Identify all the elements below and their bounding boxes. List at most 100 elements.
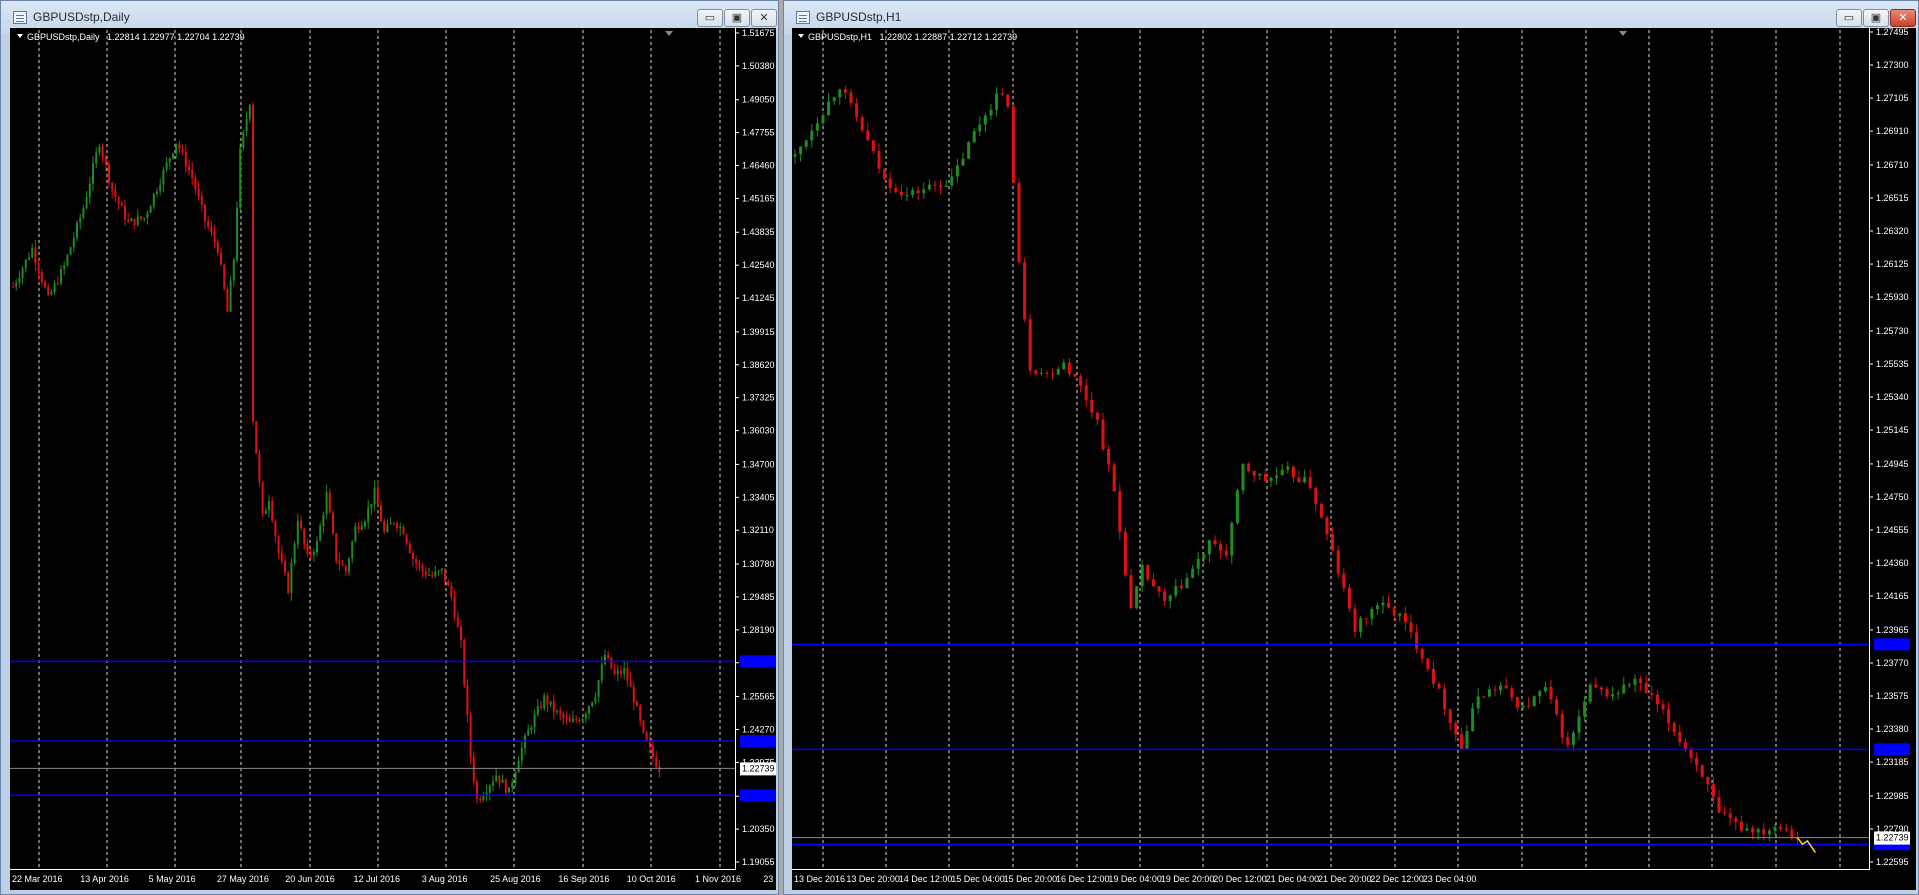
- time-tick-label: 20 Jun 2016: [285, 874, 335, 884]
- candle-body: [392, 522, 395, 524]
- daily-time-axis[interactable]: 22 Mar 2016 13 Apr 2016 5 May 2016 27 May 2…: [12, 874, 776, 884]
- candle-body: [184, 151, 187, 167]
- time-tick-label: 15 Dec 20:00: [1004, 874, 1058, 884]
- candle-body: [1756, 829, 1760, 833]
- candle-body: [296, 521, 299, 544]
- h1-price-axis[interactable]: 1.27495 1.27300 1.27105 1.26910 1.26710 1.265…: [1869, 28, 1909, 867]
- candle-body: [76, 222, 78, 238]
- candle-body: [335, 533, 338, 561]
- svg-text:GBPUSDstp,Daily 1.22: GBPUSDstp,Daily 1.22814 1.22977 1.22704 …: [27, 32, 245, 42]
- price-tick-label: 1.25730: [1876, 326, 1909, 336]
- close-button[interactable]: ✕: [1890, 9, 1916, 27]
- collapse-triangle-icon: [17, 34, 23, 38]
- candle-body: [1331, 534, 1335, 551]
- daily-horizontal-levels[interactable]: [10, 660, 735, 797]
- candle-body: [277, 536, 280, 554]
- candle-body: [520, 747, 523, 761]
- candle-body: [793, 154, 797, 157]
- candle-body: [1028, 319, 1032, 371]
- chart-symbol-label: GBPUSDstp,H1: [808, 32, 872, 42]
- candle-body: [1773, 826, 1777, 831]
- candle-body: [226, 288, 229, 312]
- candle-body: [655, 756, 658, 767]
- candle-body: [98, 146, 101, 153]
- candle-body: [1728, 813, 1732, 819]
- price-tick-label: 1.23185: [1876, 757, 1909, 767]
- time-tick-label: 21 Dec 20:00: [1318, 874, 1372, 884]
- candle-body: [530, 727, 533, 731]
- price-tick-label: 1.23380: [1876, 724, 1909, 734]
- price-tick-label: 1.24360: [1876, 558, 1909, 568]
- candle-body: [1364, 618, 1368, 620]
- candle-body: [309, 553, 312, 555]
- candle-body: [1353, 608, 1357, 632]
- h1-time-axis[interactable]: 13 Dec 2016 13 Dec 20:0014 Dec 12:0015 De…: [794, 874, 1476, 884]
- candle-body: [1207, 540, 1211, 555]
- candle-body: [1275, 475, 1279, 478]
- candle-body: [248, 105, 251, 119]
- close-button[interactable]: ✕: [751, 9, 777, 27]
- maximize-button[interactable]: ▣: [724, 9, 750, 27]
- candle-body: [604, 654, 606, 665]
- minimize-button[interactable]: ▭: [1836, 9, 1862, 27]
- candle-body: [1527, 705, 1531, 707]
- maximize-button[interactable]: ▣: [1863, 9, 1889, 27]
- h1-chart-window[interactable]: GBPUSDstp,H1 ▭ ▣ ✕ 1.27495 1.27300 1.271…: [783, 0, 1919, 895]
- candle-body: [434, 571, 437, 577]
- candle-body: [415, 559, 418, 564]
- candle-body: [440, 568, 443, 571]
- candle-body: [1521, 705, 1525, 708]
- time-tick-label: 13 Dec 20:00: [846, 874, 900, 884]
- daily-chart-window[interactable]: GBPUSDstp,Daily ▭ ▣ ✕ 1.51675 1.50380 1.…: [0, 0, 779, 895]
- chart-scroll-shift-icon[interactable]: [1619, 31, 1627, 36]
- candle-body: [871, 140, 875, 152]
- time-tick-label: 25 Aug 2016: [490, 874, 541, 884]
- candle-body: [373, 487, 376, 505]
- candle-body: [543, 695, 546, 708]
- time-tick-label: 20 Dec 12:00: [1213, 874, 1267, 884]
- candle-body: [629, 680, 632, 687]
- candle-body: [860, 117, 864, 131]
- daily-last-price-marker: 1.22739: [740, 762, 776, 776]
- price-tick-label: 1.26320: [1876, 226, 1909, 236]
- candle-body: [944, 185, 948, 188]
- candle-body: [88, 183, 91, 198]
- candle-body: [69, 247, 72, 255]
- price-tick-label: 1.34700: [742, 459, 775, 469]
- candle-body: [21, 268, 24, 278]
- candle-body: [1717, 797, 1721, 813]
- candle-body: [188, 166, 190, 171]
- candle-body: [1403, 613, 1407, 623]
- time-tick-label: 3 Aug 2016: [422, 874, 468, 884]
- candle-body: [1723, 812, 1727, 814]
- candle-body: [916, 190, 920, 194]
- candle-body: [31, 247, 34, 258]
- candle-body: [1056, 368, 1060, 375]
- time-tick-label: 19 Dec 04:00: [1108, 874, 1162, 884]
- candle-body: [1672, 723, 1676, 733]
- candle-body: [280, 553, 283, 562]
- candle-body: [216, 241, 219, 253]
- candle-body: [200, 195, 203, 205]
- minimize-button[interactable]: ▭: [697, 9, 723, 27]
- candle-body: [559, 710, 562, 714]
- candle-body: [1661, 704, 1665, 710]
- candle-body: [168, 158, 171, 163]
- candle-body: [1168, 595, 1172, 601]
- candle-body: [1039, 372, 1043, 374]
- candle-body: [456, 617, 459, 627]
- daily-chart-area[interactable]: 1.51675 1.50380 1.49050 1.47755 1.46460 1.451…: [10, 28, 776, 890]
- candle-body: [1191, 568, 1195, 578]
- candle-body: [1387, 602, 1391, 608]
- candle-body: [348, 558, 350, 572]
- candle-body: [124, 205, 126, 220]
- price-tick-label: 1.41245: [742, 293, 775, 303]
- h1-chart-area[interactable]: 1.27495 1.27300 1.27105 1.26910 1.26710 1.265…: [792, 28, 1916, 890]
- candle-body: [396, 522, 398, 529]
- projection-line: [1796, 837, 1817, 853]
- candle-body: [939, 185, 943, 188]
- daily-chart-svg[interactable]: 1.51675 1.50380 1.49050 1.47755 1.46460 1.451…: [10, 28, 776, 890]
- price-tick-label: 1.43835: [742, 227, 775, 237]
- chart-scroll-shift-icon[interactable]: [665, 31, 673, 36]
- h1-chart-svg[interactable]: 1.27495 1.27300 1.27105 1.26910 1.26710 1.265…: [792, 28, 1916, 890]
